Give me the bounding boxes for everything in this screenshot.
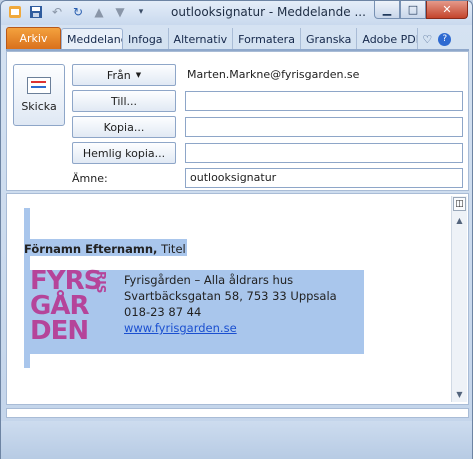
selection-highlight bbox=[24, 356, 30, 366]
bcc-button[interactable]: Hemlig kopia... bbox=[72, 142, 176, 164]
tab-infoga[interactable]: Infoga bbox=[123, 28, 169, 50]
message-body[interactable]: Förnamn Efternamn, Titel FYRS GÅR DEN RI… bbox=[6, 193, 469, 405]
chevron-down-icon: ▼ bbox=[135, 71, 142, 79]
undo-icon[interactable]: ↶ bbox=[49, 4, 65, 20]
signature-website-link[interactable]: www.fyrisgarden.se bbox=[124, 320, 337, 336]
cc-field[interactable] bbox=[185, 117, 463, 137]
bcc-label: Hemlig kopia... bbox=[82, 146, 166, 160]
signature-title: Titel bbox=[161, 242, 186, 256]
scroll-up-icon[interactable]: ▲ bbox=[452, 213, 467, 227]
close-button[interactable]: ✕ bbox=[426, 1, 468, 19]
maximize-icon: □ bbox=[407, 3, 419, 16]
subject-field[interactable]: outlooksignatur bbox=[185, 168, 463, 188]
subject-label: Ämne: bbox=[72, 172, 108, 185]
horizontal-scroll-area bbox=[6, 408, 469, 418]
logo-line-3: DEN bbox=[30, 316, 89, 346]
tab-alternativ[interactable]: Alternativ bbox=[169, 28, 234, 50]
down-arrow-icon[interactable]: ▼ bbox=[112, 4, 128, 20]
to-label: Till... bbox=[110, 94, 138, 108]
tab-formatera[interactable]: Formatera bbox=[233, 28, 301, 50]
minimize-ribbon-icon[interactable]: ♡ bbox=[422, 33, 432, 46]
help-icon[interactable]: ? bbox=[438, 32, 452, 46]
up-arrow-icon[interactable]: ▲ bbox=[91, 4, 107, 20]
customize-icon[interactable]: ▾ bbox=[133, 4, 149, 20]
minimize-button[interactable]: ▁ bbox=[374, 1, 400, 19]
signature-name: Förnamn Efternamn, Titel bbox=[24, 242, 186, 256]
tab-arkiv[interactable]: Arkiv bbox=[6, 27, 61, 50]
tab-meddelande[interactable]: Meddelande bbox=[61, 28, 123, 50]
status-bar bbox=[1, 421, 472, 459]
signature-details: Fyrisgården – Alla åldrars hus Svartbäck… bbox=[124, 272, 337, 336]
outlook-message-window: ↶ ↻ ▲ ▼ ▾ outlooksignatur - Meddelande .… bbox=[0, 0, 473, 459]
ribbon-tabs: Arkiv Meddelande Infoga Alternativ Forma… bbox=[6, 25, 469, 50]
signature-company: Fyrisgården – Alla åldrars hus bbox=[124, 273, 294, 287]
cc-button[interactable]: Kopia... bbox=[72, 116, 176, 138]
cc-label: Kopia... bbox=[103, 120, 145, 134]
signature-address: Svartbäcksgatan 58, 753 33 Uppsala bbox=[124, 289, 337, 303]
minimize-icon: ▁ bbox=[382, 3, 392, 16]
send-button[interactable]: Skicka bbox=[13, 64, 65, 126]
signature-name-text: Förnamn Efternamn, bbox=[24, 242, 158, 256]
title-bar: ↶ ↻ ▲ ▼ ▾ outlooksignatur - Meddelande .… bbox=[1, 1, 472, 25]
redo-icon[interactable]: ↻ bbox=[70, 4, 86, 20]
from-button[interactable]: Från ▼ bbox=[72, 64, 176, 86]
vertical-scrollbar[interactable]: ◫ ▲ ▼ bbox=[451, 196, 467, 402]
send-label: Skicka bbox=[21, 100, 57, 113]
caption-buttons: ▁ □ ✕ bbox=[374, 1, 468, 19]
window-title: outlooksignatur - Meddelande ... bbox=[171, 5, 366, 19]
save-icon[interactable] bbox=[28, 4, 44, 20]
ruler-toggle-icon[interactable]: ◫ bbox=[453, 197, 466, 211]
close-icon: ✕ bbox=[442, 3, 452, 16]
message-header: Skicka Från ▼ Marten.Markne@fyrisgarden.… bbox=[6, 51, 469, 191]
maximize-button[interactable]: □ bbox=[400, 1, 426, 19]
from-value: Marten.Markne@fyrisgarden.se bbox=[187, 68, 360, 81]
logo-vertical-text: RIS bbox=[94, 271, 108, 294]
to-button[interactable]: Till... bbox=[72, 90, 176, 112]
ribbon-right-icons: ♡ ? bbox=[418, 28, 452, 50]
signature-phone: 018-23 87 44 bbox=[124, 305, 202, 319]
from-label: Från bbox=[106, 68, 131, 82]
quick-access-toolbar: ↶ ↻ ▲ ▼ ▾ bbox=[7, 4, 149, 20]
scroll-down-icon[interactable]: ▼ bbox=[452, 387, 467, 401]
bcc-field[interactable] bbox=[185, 143, 463, 163]
send-envelope-icon bbox=[27, 77, 51, 94]
to-field[interactable] bbox=[185, 91, 463, 111]
outlook-app-icon[interactable] bbox=[7, 4, 23, 20]
tab-adobe-pdf[interactable]: Adobe PDF bbox=[357, 28, 419, 50]
fyrisgarden-logo: FYRS GÅR DEN RIS bbox=[30, 268, 110, 349]
tab-granska[interactable]: Granska bbox=[301, 28, 358, 50]
